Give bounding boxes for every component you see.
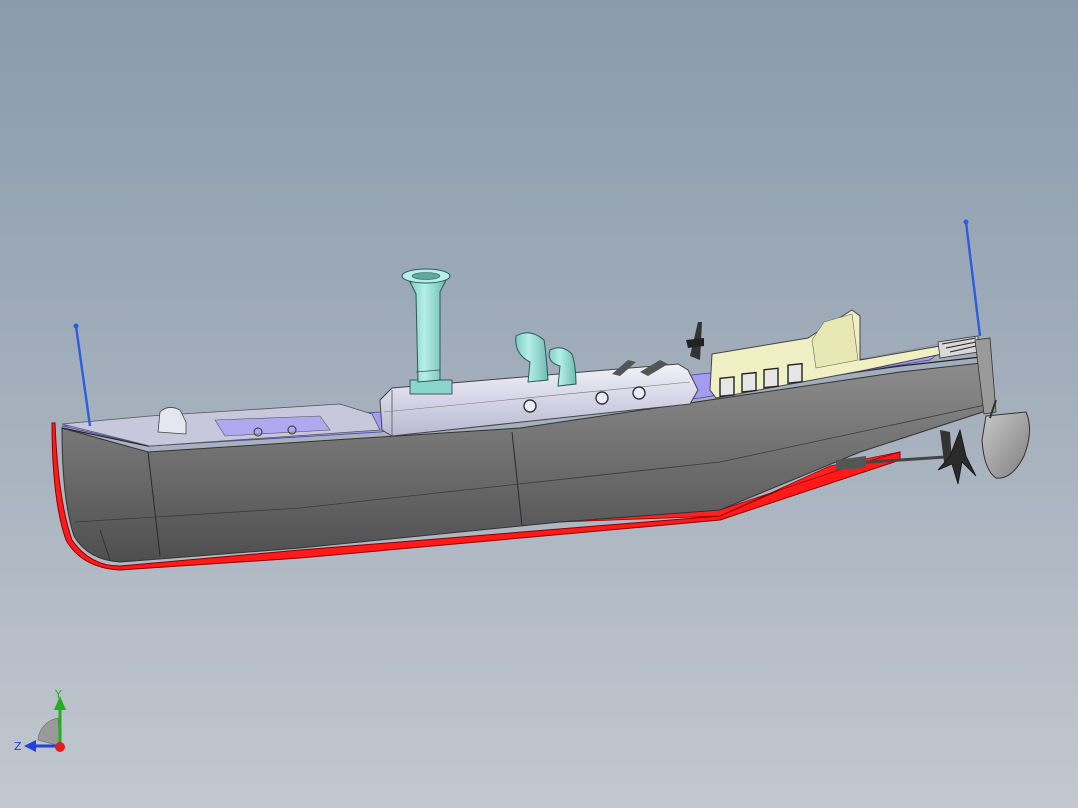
porthole — [595, 391, 609, 405]
stern-mast — [964, 221, 982, 337]
wheelhouse-window — [741, 371, 757, 393]
funnel — [409, 279, 447, 383]
rudder — [981, 411, 1030, 479]
wheelhouse-window — [719, 376, 735, 398]
z-axis-label: Z — [14, 740, 22, 753]
cowl-vent — [515, 332, 549, 383]
y-axis-label: Y — [54, 688, 62, 701]
wheelhouse-window — [787, 362, 803, 384]
porthole — [523, 399, 537, 413]
graphics-viewport[interactable]: Y Z — [0, 0, 1078, 808]
triad-arc — [37, 717, 61, 747]
funnel-base — [409, 379, 453, 395]
x-axis-dot — [55, 742, 65, 752]
z-axis-arrow — [24, 740, 36, 752]
boat-model[interactable] — [0, 0, 1078, 808]
bow-vent — [157, 407, 187, 435]
wheelhouse-window — [763, 367, 779, 389]
bow-mast — [74, 325, 92, 427]
coordinate-triad: Y Z — [10, 684, 80, 764]
porthole — [632, 386, 646, 400]
